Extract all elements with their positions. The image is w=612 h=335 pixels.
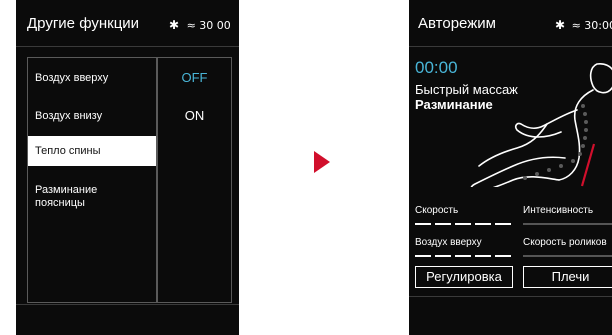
divider [16,304,239,305]
transition-arrow-icon [314,151,330,173]
menu-item-lumbar-kneading[interactable]: Разминание поясницы [28,184,138,210]
slider-label-intensity: Интенсивность [523,205,594,216]
chair-thigh-outline [478,123,548,167]
divider [409,46,612,47]
shoulders-button[interactable]: Плечи [523,266,612,288]
menu-item-label: Воздух вверху [35,72,109,84]
intensity-level-track[interactable] [523,223,612,225]
slider-label-roller-speed: Скорость роликов [523,237,607,248]
heat-wave-icon: ≈ [186,19,196,32]
menu-item-air-bottom[interactable]: Воздух внизу [28,110,156,122]
speed-level-segment [435,223,451,225]
slider-label-speed: Скорость [415,205,459,216]
selection-arrow-icon [146,150,152,160]
speed-level-segment [415,223,431,225]
menu-item-label: Тепло спины [35,145,101,157]
option-off[interactable]: OFF [158,70,231,85]
function-menu: Воздух вверху Воздух внизу Тепло спины Р… [27,57,157,303]
heat-wave-icon: ≈ [571,19,581,32]
status-bar: ✱ ≈ 30 00 [169,18,231,32]
divider [16,46,239,47]
chair-head-outline [589,63,612,94]
speed-level-segment [455,223,471,225]
air-level-segment [435,255,451,257]
air-level-segment [475,255,491,257]
screen-title: Авторежим [418,15,496,32]
title-bar: Другие функции ✱ ≈ 30 00 [16,0,239,46]
chair-seat-outline [492,176,560,187]
menu-item-air-top[interactable]: Воздух вверху [28,72,156,84]
option-on[interactable]: ON [158,108,231,123]
slider-label-air-top: Воздух вверху [415,237,482,248]
other-functions-screen: Другие функции ✱ ≈ 30 00 Воздух вверху В… [16,0,239,335]
status-time: 30 00 [199,19,231,32]
massage-zone-indicator [580,143,596,187]
title-bar: Авторежим ✱ ≈ 30:00 [409,0,612,46]
air-level-segment [495,255,511,257]
menu-item-label: Разминание поясницы [35,184,98,209]
speed-level-segment [475,223,491,225]
screen-title: Другие функции [27,15,140,32]
divider [409,296,612,297]
timer-display: 00:00 [415,58,458,77]
bluetooth-icon: ✱ [169,18,180,32]
status-time: 30:00 [584,19,612,32]
menu-item-back-heat[interactable]: Тепло спины [28,136,156,166]
massage-chair-diagram [470,63,612,187]
air-level-segment [455,255,471,257]
option-list: OFF ON [157,57,232,303]
auto-mode-screen: Авторежим ✱ ≈ 30:00 00:00 Быстрый массаж… [409,0,612,335]
roller-speed-level-track[interactable] [523,255,612,257]
air-level-segment [415,255,431,257]
status-bar: ✱ ≈ 30:00 [555,18,612,32]
adjust-button[interactable]: Регулировка [415,266,513,288]
speed-level-segment [495,223,511,225]
bluetooth-icon: ✱ [555,18,566,32]
menu-item-label: Воздух внизу [35,110,103,122]
